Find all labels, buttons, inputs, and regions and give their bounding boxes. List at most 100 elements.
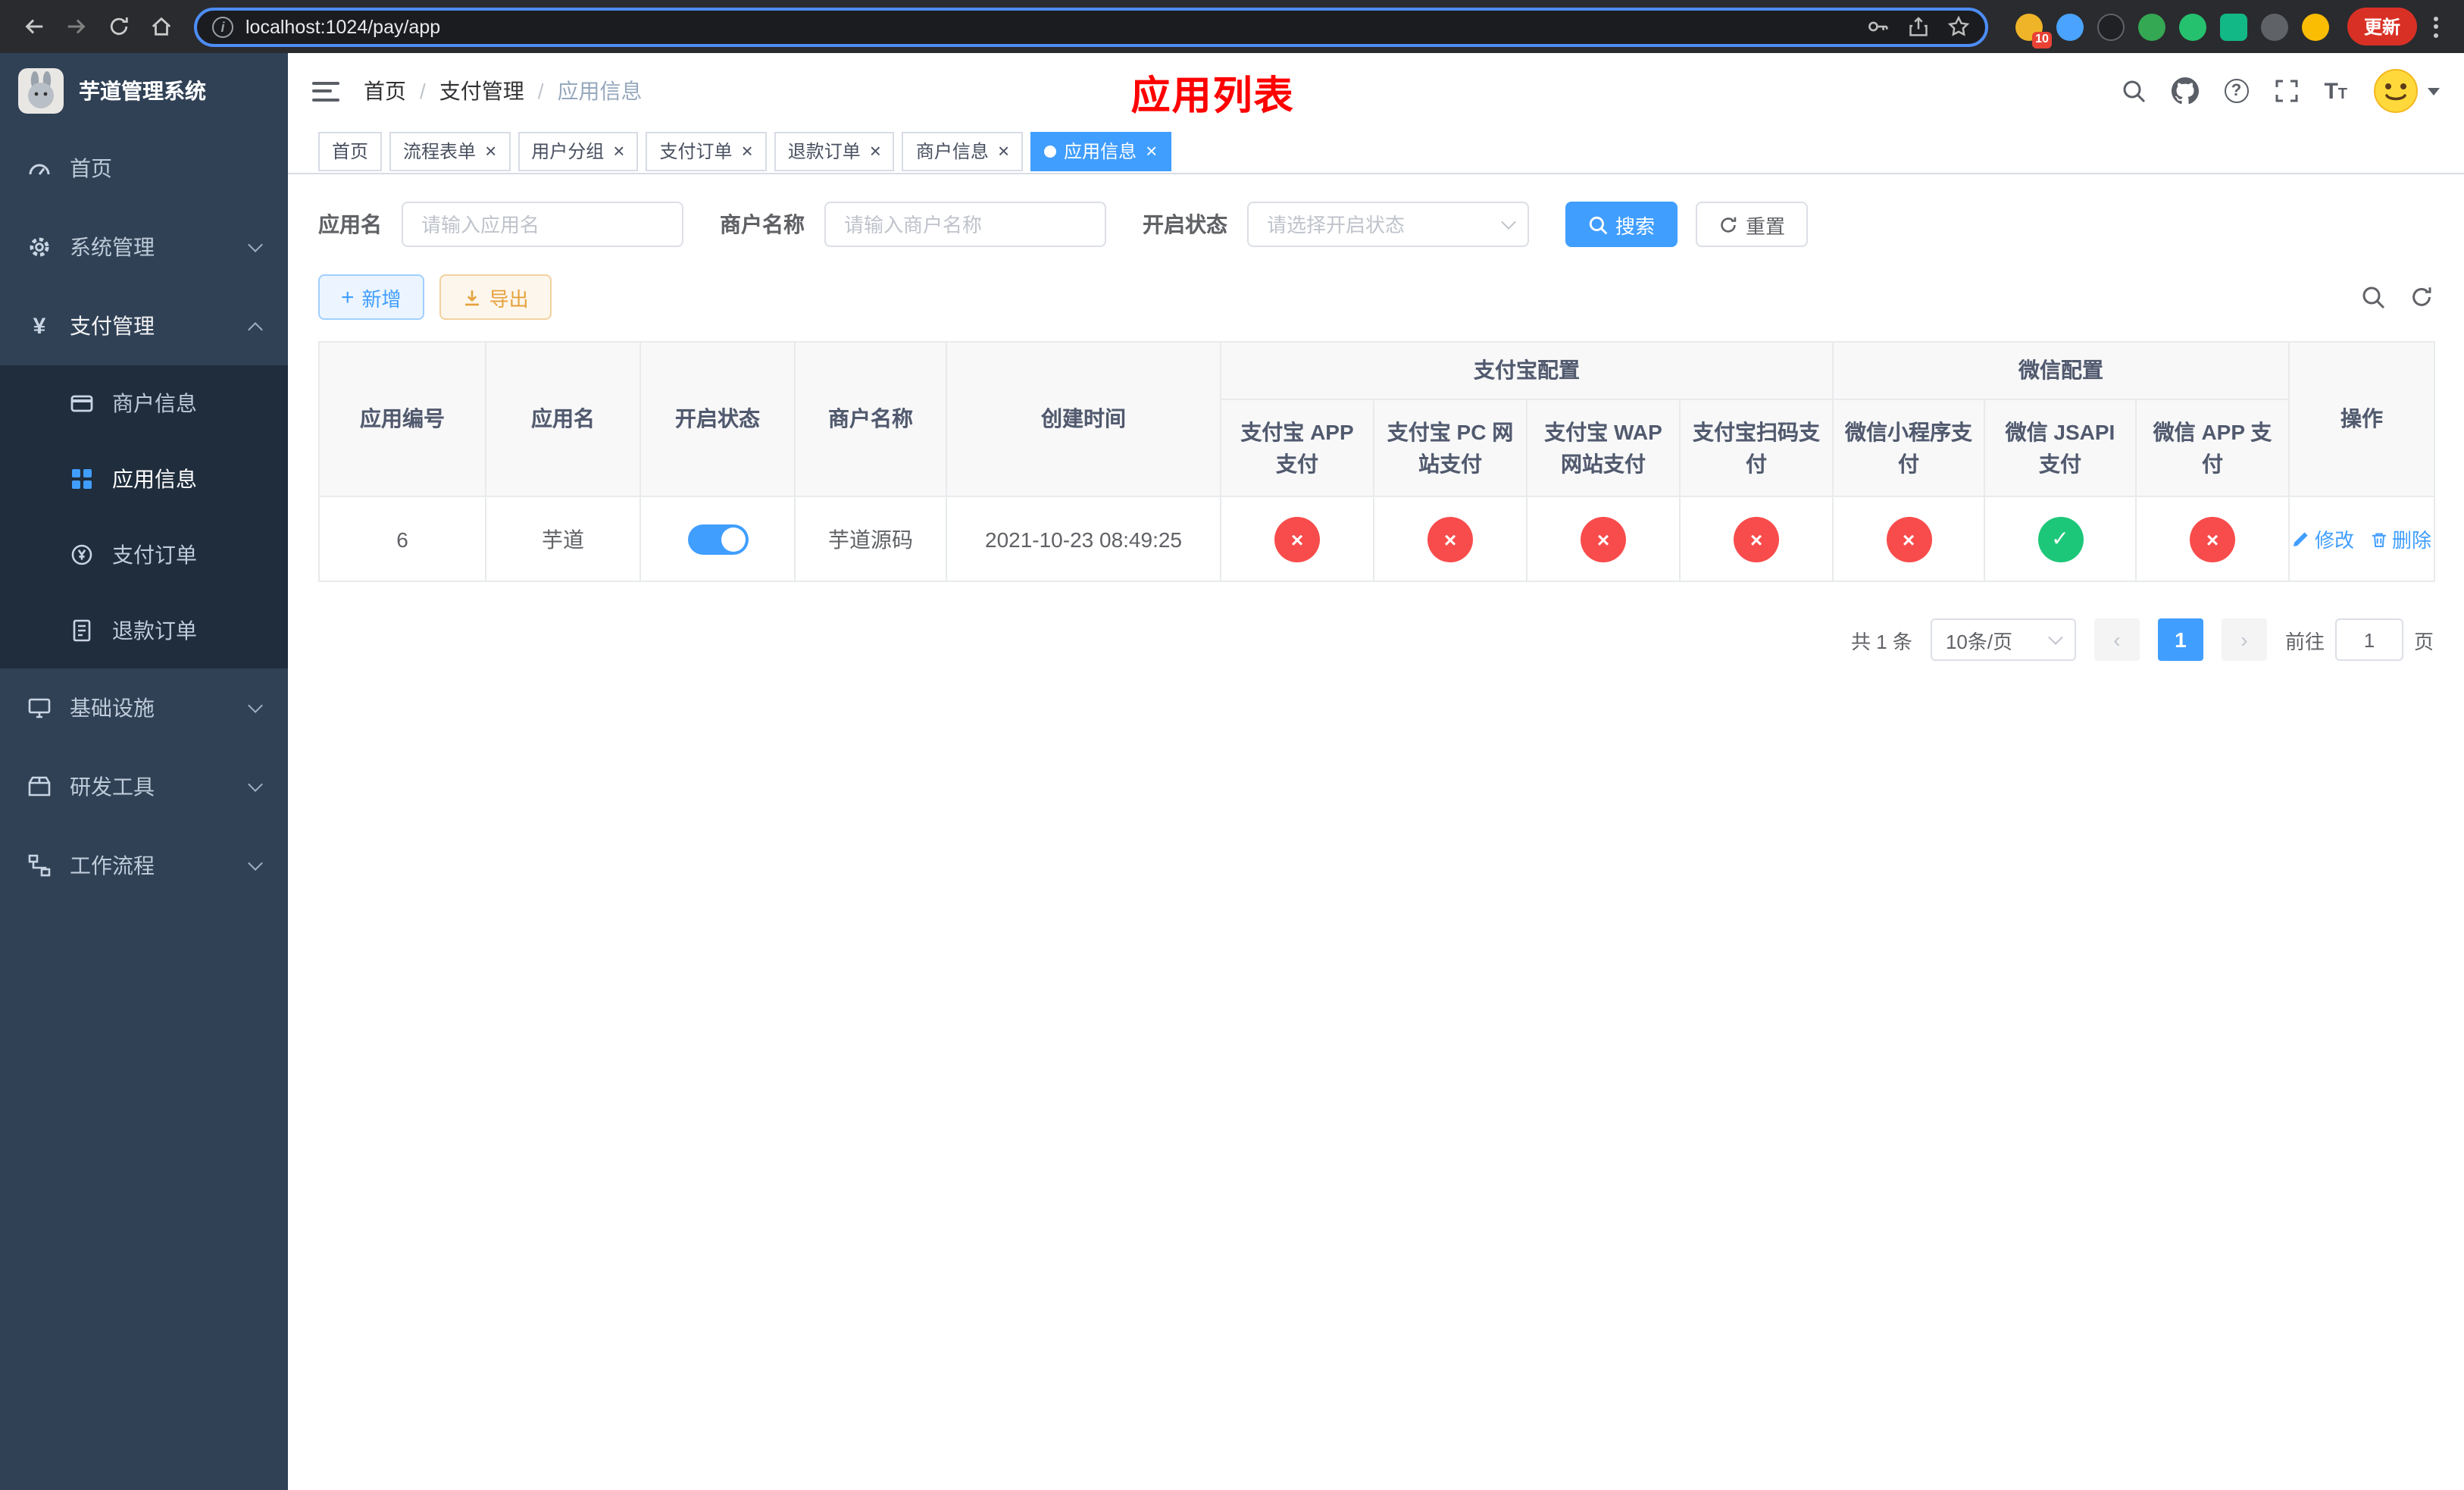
close-icon[interactable]: × [998, 141, 1009, 161]
sidebar-item-merchant-info[interactable]: 商户信息 [0, 365, 288, 441]
extension-green-icon[interactable] [2178, 13, 2206, 40]
app-table: 应用编号 应用名 开启状态 商户名称 创建时间 支付宝配置 微信配置 操作 支付… [318, 341, 2435, 582]
status-select-input[interactable] [1247, 202, 1529, 247]
github-icon[interactable] [2171, 77, 2199, 105]
url-text[interactable]: localhost:1024/pay/app [245, 16, 440, 37]
back-arrow-icon [24, 19, 42, 34]
extension-emoji-icon[interactable] [2301, 13, 2329, 40]
fullscreen-icon[interactable] [2274, 79, 2298, 103]
help-icon[interactable]: ? [2224, 79, 2249, 103]
chevron-down-icon [248, 698, 263, 713]
browser-update-button[interactable]: 更新 [2347, 8, 2417, 45]
sidebar-item-refund-orders[interactable]: 退款订单 [0, 593, 288, 668]
col-header-created: 创建时间 [946, 341, 1221, 497]
share-icon[interactable] [1908, 15, 1929, 38]
search-button[interactable]: 搜索 [1565, 202, 1678, 247]
next-page-button[interactable]: › [2221, 618, 2267, 661]
col-group-alipay: 支付宝配置 [1220, 341, 1834, 400]
browser-back-button[interactable] [15, 8, 52, 45]
extension-drop-icon[interactable] [2056, 13, 2084, 40]
app-logo-row: 芋道管理系统 [0, 53, 288, 129]
extension-dark-icon[interactable] [2097, 13, 2125, 40]
extension-avatar-icon[interactable] [2137, 13, 2165, 40]
merchant-name-label: 商户名称 [720, 212, 805, 236]
browser-home-button[interactable] [142, 8, 179, 45]
site-info-icon[interactable]: i [212, 16, 233, 37]
col-group-wechat: 微信配置 [1832, 341, 2290, 400]
page-1-button[interactable]: 1 [2157, 618, 2203, 661]
delete-link[interactable]: 删除 [2369, 524, 2431, 553]
refresh-table-icon[interactable] [2409, 285, 2434, 309]
status-select[interactable] [1247, 202, 1529, 247]
close-icon[interactable]: × [1146, 141, 1157, 161]
plus-icon: + [341, 284, 355, 310]
sidebar-item-label: 应用信息 [112, 467, 197, 491]
sidebar-item-infrastructure[interactable]: 基础设施 [0, 668, 288, 747]
prev-page-button[interactable]: ‹ [2093, 618, 2140, 661]
col-header-alipay-qr: 支付宝扫码支付 [1679, 399, 1834, 497]
col-header-actions: 操作 [2288, 341, 2435, 497]
browser-menu-icon[interactable] [2423, 16, 2449, 37]
search-icon[interactable] [2121, 79, 2145, 103]
app-name-input[interactable] [402, 202, 683, 247]
browser-reload-button[interactable] [100, 8, 136, 45]
extension-square-icon[interactable] [2219, 13, 2247, 40]
sidebar-item-system[interactable]: 系统管理 [0, 208, 288, 286]
extension-puzzle-icon[interactable]: 10 [2015, 13, 2052, 48]
cell-status [639, 496, 796, 582]
extension-puzzle2-icon[interactable] [2260, 13, 2288, 40]
close-icon[interactable]: × [485, 141, 496, 161]
address-bar[interactable]: i localhost:1024/pay/app [194, 7, 1988, 46]
status-toggle[interactable] [687, 524, 748, 554]
col-header-status: 开启状态 [639, 341, 796, 497]
sidebar-item-home[interactable]: 首页 [0, 129, 288, 208]
tab-refund-order[interactable]: 退款订单 × [774, 131, 895, 171]
filter-form: 应用名 商户名称 开启状态 搜索 [318, 202, 2434, 247]
merchant-name-input[interactable] [824, 202, 1106, 247]
col-header-wx-app: 微信 APP 支付 [2135, 399, 2290, 497]
browser-forward-button[interactable] [58, 8, 94, 45]
edit-link[interactable]: 修改 [2292, 524, 2354, 553]
tab-home[interactable]: 首页 [318, 131, 383, 171]
home-icon [151, 17, 170, 36]
bookmark-star-icon[interactable] [1947, 15, 1970, 38]
breadcrumb-payment[interactable]: 支付管理 [439, 76, 524, 106]
breadcrumb-home[interactable]: 首页 [364, 76, 406, 106]
alipay-wap-status-icon: × [1581, 516, 1626, 562]
reset-button[interactable]: 重置 [1696, 202, 1809, 247]
chevron-down-icon [248, 237, 263, 252]
search-icon [1589, 215, 1608, 234]
tab-user-group[interactable]: 用户分组 × [518, 131, 639, 171]
sidebar-item-workflow[interactable]: 工作流程 [0, 826, 288, 905]
goto-page-input[interactable] [2334, 618, 2403, 661]
page-title: 应用列表 [1130, 73, 1295, 118]
sidebar-item-app-info[interactable]: 应用信息 [0, 441, 288, 517]
app-name-label: 应用名 [318, 212, 382, 236]
goto-label: 前往 [2284, 630, 2325, 653]
add-button[interactable]: + 新增 [318, 274, 424, 320]
page-size-select[interactable]: 10条/页 [1930, 618, 2076, 661]
export-button[interactable]: 导出 [439, 274, 552, 320]
tab-payment-order[interactable]: 支付订单 × [646, 131, 767, 171]
breadcrumb-separator: / [537, 79, 544, 103]
sidebar-item-dev-tools[interactable]: 研发工具 [0, 747, 288, 826]
tab-process-form[interactable]: 流程表单 × [389, 131, 511, 171]
sidebar-item-label: 退款订单 [112, 618, 197, 643]
col-header-merchant: 商户名称 [794, 341, 947, 497]
tab-merchant-info[interactable]: 商户信息 × [902, 131, 1024, 171]
tab-app-info[interactable]: 应用信息 × [1030, 131, 1171, 171]
row-actions: 修改 删除 [2292, 524, 2431, 553]
font-size-icon[interactable]: TT [2324, 80, 2347, 102]
close-icon[interactable]: × [870, 141, 881, 161]
close-icon[interactable]: × [613, 141, 624, 161]
password-key-icon[interactable] [1867, 15, 1890, 38]
close-icon[interactable]: × [742, 141, 753, 161]
yuan-icon: ¥ [33, 313, 46, 339]
sidebar-item-payment-orders[interactable]: 支付订单 [0, 517, 288, 593]
address-bar-actions [1867, 15, 1970, 38]
toggle-search-icon[interactable] [2361, 285, 2385, 309]
sidebar-collapse-icon[interactable] [312, 81, 339, 101]
user-avatar-menu[interactable] [2373, 68, 2440, 114]
main-area: 首页 / 支付管理 / 应用信息 应用列表 ? TT 首页 流程表单 × 用户分… [288, 53, 2464, 1490]
sidebar-item-payment[interactable]: ¥ 支付管理 [0, 286, 288, 365]
